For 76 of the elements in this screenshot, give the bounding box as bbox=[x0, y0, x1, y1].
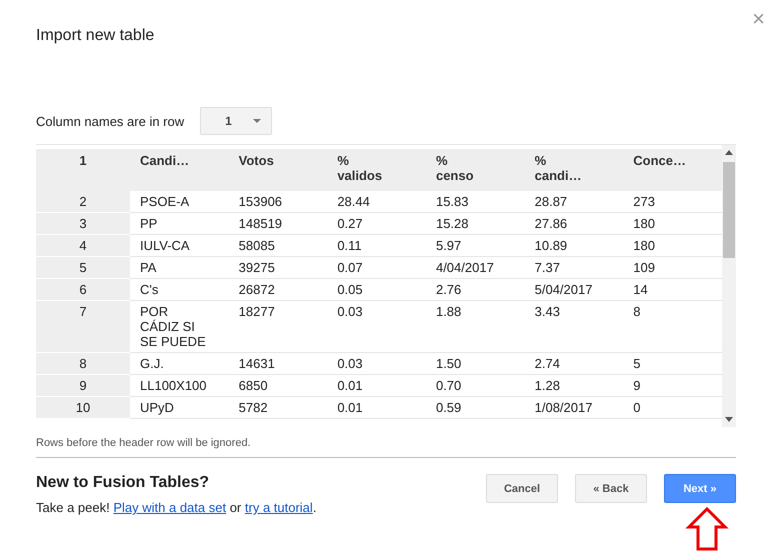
footer-text: Take a peek! Play with a data set or try a tutorial. bbox=[36, 500, 316, 515]
column-header: 1 bbox=[36, 149, 130, 191]
table-cell: 1.50 bbox=[426, 352, 525, 374]
table-cell: 0.27 bbox=[327, 212, 426, 234]
dialog-button[interactable]: Cancel bbox=[486, 474, 558, 503]
column-header: % censo bbox=[426, 149, 525, 191]
table-cell: 1.88 bbox=[426, 300, 525, 352]
table-cell: 0.07 bbox=[327, 256, 426, 278]
table-cell: PA bbox=[130, 256, 229, 278]
footer-heading: New to Fusion Tables? bbox=[36, 474, 210, 492]
row-number: 9 bbox=[36, 374, 130, 396]
table-cell: 0.03 bbox=[327, 300, 426, 352]
table-cell: PSOE-A bbox=[130, 191, 229, 212]
table-cell: 0.01 bbox=[327, 374, 426, 396]
table-cell: G.J. bbox=[130, 352, 229, 374]
table-cell: 15.28 bbox=[426, 212, 525, 234]
table-cell: 0.70 bbox=[426, 374, 525, 396]
table-cell: PP bbox=[130, 212, 229, 234]
table-cell: 4/04/2017 bbox=[426, 256, 525, 278]
table-cell: 58085 bbox=[228, 234, 328, 256]
table-cell: 15.83 bbox=[426, 191, 525, 212]
table-cell: 26872 bbox=[228, 278, 328, 300]
row-number: 8 bbox=[36, 352, 130, 374]
table-cell: UPyD bbox=[130, 396, 229, 418]
table-cell: C's bbox=[130, 278, 229, 300]
tutorial-link[interactable]: try a tutorial bbox=[244, 500, 313, 515]
scroll-down-icon[interactable] bbox=[725, 417, 733, 422]
table-cell: 153906 bbox=[228, 191, 328, 212]
row-select[interactable]: 1 bbox=[200, 107, 272, 135]
table-cell: 5782 bbox=[228, 396, 328, 418]
table-cell: 5/04/2017 bbox=[524, 278, 624, 300]
table-cell: 0.59 bbox=[426, 396, 525, 418]
table-cell: 7.37 bbox=[524, 256, 624, 278]
table-cell: 5.97 bbox=[426, 234, 525, 256]
row-number: 7 bbox=[36, 300, 130, 352]
row-number: 6 bbox=[36, 278, 130, 300]
column-header: % candi… bbox=[524, 149, 624, 191]
hint-text: Rows before the header row will be ignored. bbox=[36, 437, 252, 449]
table-cell: 0.05 bbox=[327, 278, 426, 300]
row-number: 4 bbox=[36, 234, 130, 256]
table-cell: 28.87 bbox=[524, 191, 624, 212]
column-header: Votos bbox=[228, 149, 328, 191]
table-cell: 148519 bbox=[228, 212, 328, 234]
table-cell: 2.74 bbox=[524, 352, 624, 374]
table-cell: 10.89 bbox=[524, 234, 624, 256]
column-header: Conce… bbox=[623, 149, 722, 191]
row-number: 5 bbox=[36, 256, 130, 278]
caret-icon bbox=[253, 119, 262, 123]
row-number: 3 bbox=[36, 212, 130, 234]
scrollbar[interactable] bbox=[722, 145, 736, 427]
data-set-link[interactable]: Play with a data set bbox=[113, 500, 226, 515]
table-cell: 39275 bbox=[228, 256, 328, 278]
table-cell: 0.11 bbox=[327, 234, 426, 256]
up-arrow-icon bbox=[685, 507, 729, 551]
row-number: 2 bbox=[36, 191, 130, 212]
table-cell: 1.28 bbox=[524, 374, 624, 396]
table-cell: 18277 bbox=[228, 300, 328, 352]
table-cell: 0.01 bbox=[327, 396, 426, 418]
table-cell: 2.76 bbox=[426, 278, 525, 300]
table-cell: 27.86 bbox=[524, 212, 624, 234]
table-cell: 3.43 bbox=[524, 300, 624, 352]
table-cell: POR CÁDIZ SI SE PUEDE bbox=[130, 300, 229, 352]
table-cell: IULV-CA bbox=[130, 234, 229, 256]
row-number: 10 bbox=[36, 396, 130, 418]
dialog-title: Import new table bbox=[36, 26, 156, 46]
table-cell: 6850 bbox=[228, 374, 328, 396]
table-cell: 14631 bbox=[228, 352, 328, 374]
table-cell: LL100X100 bbox=[130, 374, 229, 396]
column-header: Candi… bbox=[130, 149, 229, 191]
table-cell: 1/08/2017 bbox=[524, 396, 624, 418]
scroll-up-icon[interactable] bbox=[725, 150, 733, 155]
dialog-button[interactable]: « Back bbox=[575, 474, 647, 503]
table-cell: 28.44 bbox=[327, 191, 426, 212]
column-header: % validos bbox=[327, 149, 426, 191]
header-row-label: Column names are in row bbox=[36, 114, 184, 128]
table-cell: 0.03 bbox=[327, 352, 426, 374]
